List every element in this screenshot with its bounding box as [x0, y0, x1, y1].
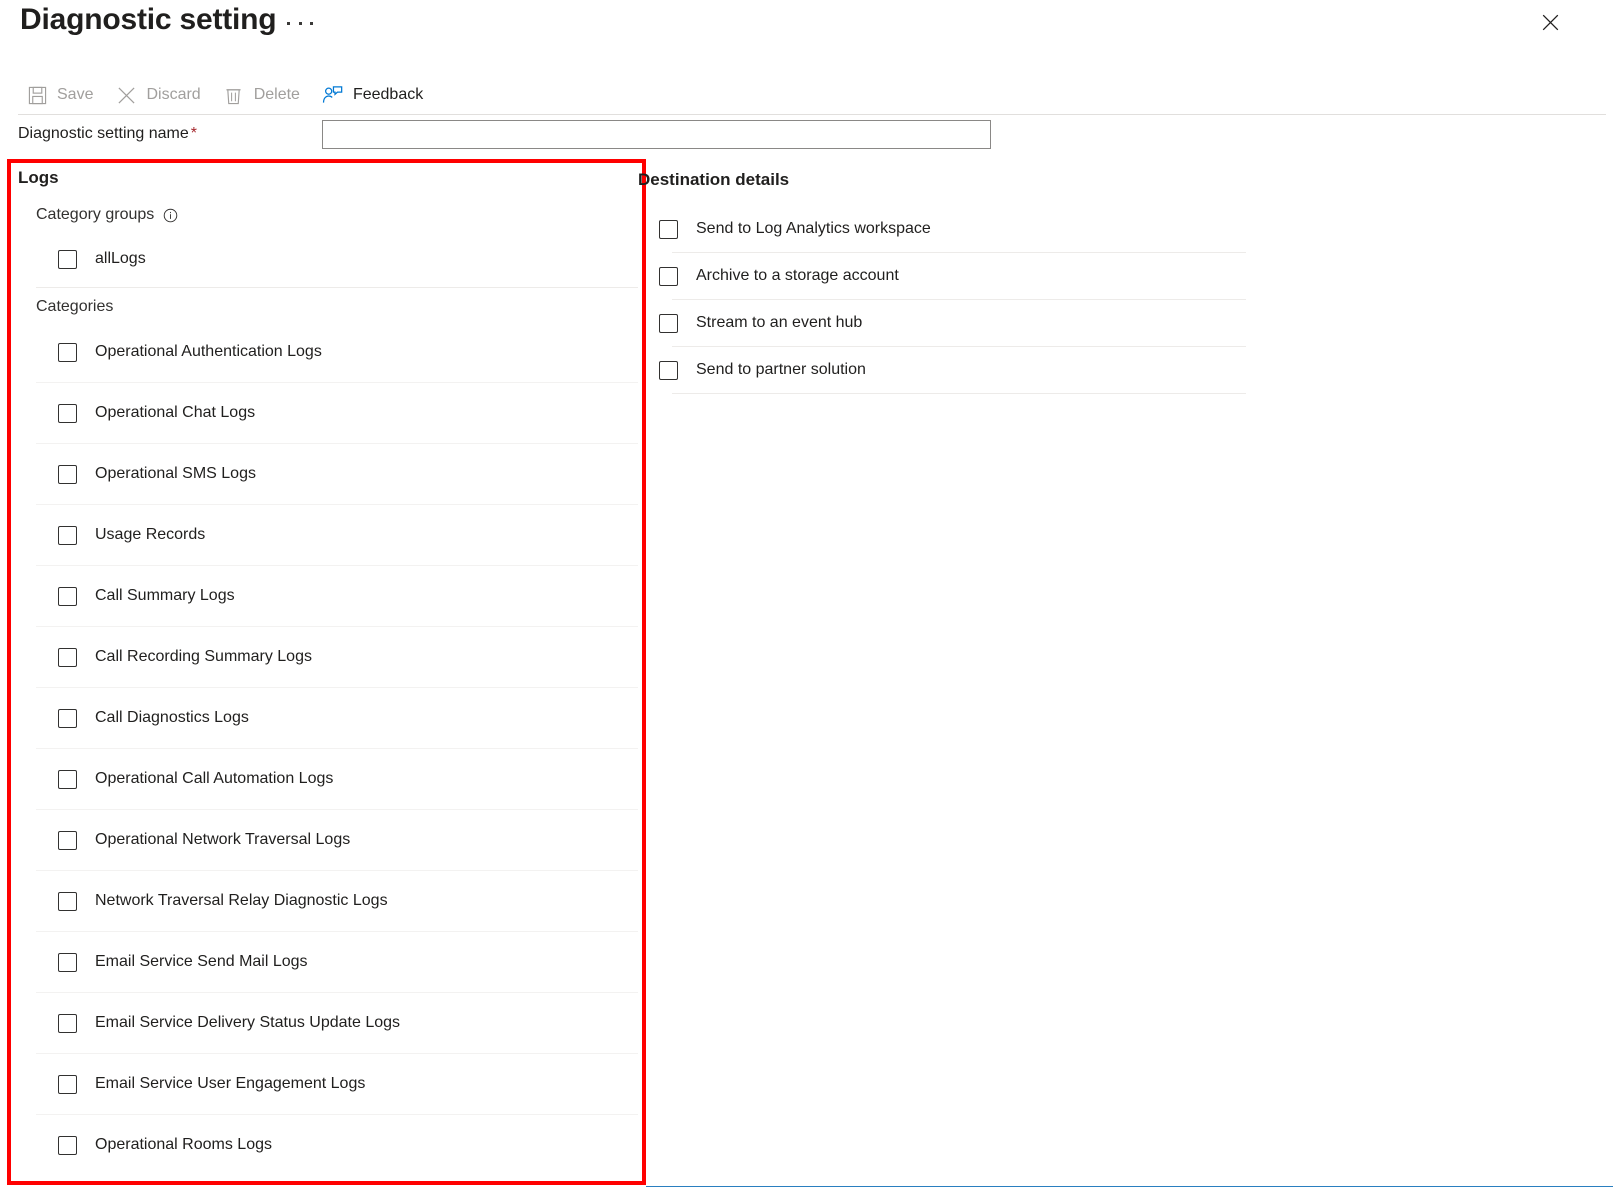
destination-options-list: Send to Log Analytics workspace Archive … [638, 206, 1278, 394]
category-row[interactable]: Network Traversal Relay Diagnostic Logs [18, 871, 638, 931]
diagnostic-setting-name-label: Diagnostic setting name* [18, 125, 197, 143]
delete-icon [223, 84, 245, 106]
discard-button[interactable]: Discard [115, 78, 200, 112]
save-button-label: Save [57, 86, 93, 104]
page-title: Diagnostic setting [20, 3, 276, 37]
more-ellipsis-icon[interactable] [287, 14, 313, 32]
category-group-row-alllogs[interactable]: allLogs [18, 238, 638, 280]
checkbox-archive-to-storage[interactable] [659, 267, 678, 286]
destination-details-heading: Destination details [638, 170, 1278, 190]
checkbox-category[interactable] [58, 831, 77, 850]
destination-label: Stream to an event hub [696, 314, 862, 332]
required-asterisk: * [191, 125, 197, 142]
diagnostic-setting-name-input[interactable] [322, 120, 991, 149]
category-row[interactable]: Operational Network Traversal Logs [18, 810, 638, 870]
logs-section: Logs Category groups allLogs Categories … [18, 168, 638, 1175]
feedback-button[interactable]: Feedback [322, 78, 423, 112]
delete-button-label: Delete [254, 86, 300, 104]
checkbox-category[interactable] [58, 526, 77, 545]
destination-label: Archive to a storage account [696, 267, 899, 285]
category-row[interactable]: Operational Rooms Logs [18, 1115, 638, 1175]
save-icon [26, 84, 48, 106]
category-groups-label-row: Category groups [36, 206, 638, 224]
category-row[interactable]: Operational Authentication Logs [18, 322, 638, 382]
feedback-button-label: Feedback [353, 86, 423, 104]
checkbox-category[interactable] [58, 1075, 77, 1094]
destination-row-partner-solution[interactable]: Send to partner solution [638, 347, 1278, 393]
category-label: Network Traversal Relay Diagnostic Logs [95, 892, 388, 910]
destination-label: Send to partner solution [696, 361, 866, 379]
checkbox-category[interactable] [58, 587, 77, 606]
category-row[interactable]: Operational SMS Logs [18, 444, 638, 504]
category-label: Usage Records [95, 526, 205, 544]
categories-label: Categories [36, 298, 638, 316]
category-label: Call Diagnostics Logs [95, 709, 249, 727]
category-row[interactable]: Operational Chat Logs [18, 383, 638, 443]
categories-list: Operational Authentication Logs Operatio… [18, 322, 638, 1175]
info-icon[interactable] [162, 207, 178, 223]
ellipsis-dot [287, 22, 290, 25]
category-label: Operational Authentication Logs [95, 343, 322, 361]
category-row[interactable]: Operational Call Automation Logs [18, 749, 638, 809]
category-label: Call Summary Logs [95, 587, 235, 605]
category-row[interactable]: Call Diagnostics Logs [18, 688, 638, 748]
destination-label: Send to Log Analytics workspace [696, 220, 931, 238]
category-label: Operational Network Traversal Logs [95, 831, 350, 849]
titlebar: Diagnostic setting [0, 0, 1613, 58]
category-label: Call Recording Summary Logs [95, 648, 312, 666]
category-row[interactable]: Call Recording Summary Logs [18, 627, 638, 687]
diagnostic-setting-name-row: Diagnostic setting name* [0, 120, 1613, 154]
command-bar: Save Discard Delete Feedback [0, 76, 1613, 114]
checkbox-category[interactable] [58, 404, 77, 423]
checkbox-category[interactable] [58, 465, 77, 484]
category-groups-list: allLogs [18, 238, 638, 280]
checkbox-category[interactable] [58, 953, 77, 972]
row-divider [672, 393, 1246, 394]
checkbox-alllogs[interactable] [58, 250, 77, 269]
ellipsis-dot [310, 22, 313, 25]
category-label: Email Service Send Mail Logs [95, 953, 308, 971]
delete-button[interactable]: Delete [223, 78, 300, 112]
checkbox-category[interactable] [58, 1014, 77, 1033]
category-label: Operational Call Automation Logs [95, 770, 333, 788]
bottom-rule [646, 1186, 1613, 1187]
destination-row-storage-account[interactable]: Archive to a storage account [638, 253, 1278, 299]
save-button[interactable]: Save [26, 78, 93, 112]
destination-row-event-hub[interactable]: Stream to an event hub [638, 300, 1278, 346]
category-groups-label: Category groups [36, 206, 154, 224]
checkbox-send-to-log-analytics[interactable] [659, 220, 678, 239]
category-row[interactable]: Email Service User Engagement Logs [18, 1054, 638, 1114]
category-label: Email Service User Engagement Logs [95, 1075, 365, 1093]
destination-details-section: Destination details Send to Log Analytic… [638, 170, 1278, 394]
checkbox-category[interactable] [58, 648, 77, 667]
checkbox-stream-to-event-hub[interactable] [659, 314, 678, 333]
close-icon[interactable] [1532, 6, 1568, 38]
category-group-label: allLogs [95, 250, 146, 268]
checkbox-category[interactable] [58, 770, 77, 789]
logs-heading: Logs [18, 168, 638, 188]
category-label: Operational Chat Logs [95, 404, 255, 422]
category-groups-divider [36, 287, 638, 288]
category-row[interactable]: Call Summary Logs [18, 566, 638, 626]
discard-button-label: Discard [146, 86, 200, 104]
category-row[interactable]: Email Service Delivery Status Update Log… [18, 993, 638, 1053]
category-row[interactable]: Email Service Send Mail Logs [18, 932, 638, 992]
category-label: Email Service Delivery Status Update Log… [95, 1014, 400, 1032]
category-label: Operational SMS Logs [95, 465, 256, 483]
ellipsis-dot [299, 22, 302, 25]
category-label: Operational Rooms Logs [95, 1136, 272, 1154]
destination-row-log-analytics[interactable]: Send to Log Analytics workspace [638, 206, 1278, 252]
discard-icon [115, 84, 137, 106]
command-bar-divider [18, 114, 1606, 115]
checkbox-category[interactable] [58, 1136, 77, 1155]
name-label-text: Diagnostic setting name [18, 125, 189, 142]
checkbox-category[interactable] [58, 892, 77, 911]
feedback-icon [322, 84, 344, 106]
category-row[interactable]: Usage Records [18, 505, 638, 565]
checkbox-category[interactable] [58, 343, 77, 362]
checkbox-category[interactable] [58, 709, 77, 728]
checkbox-send-to-partner[interactable] [659, 361, 678, 380]
